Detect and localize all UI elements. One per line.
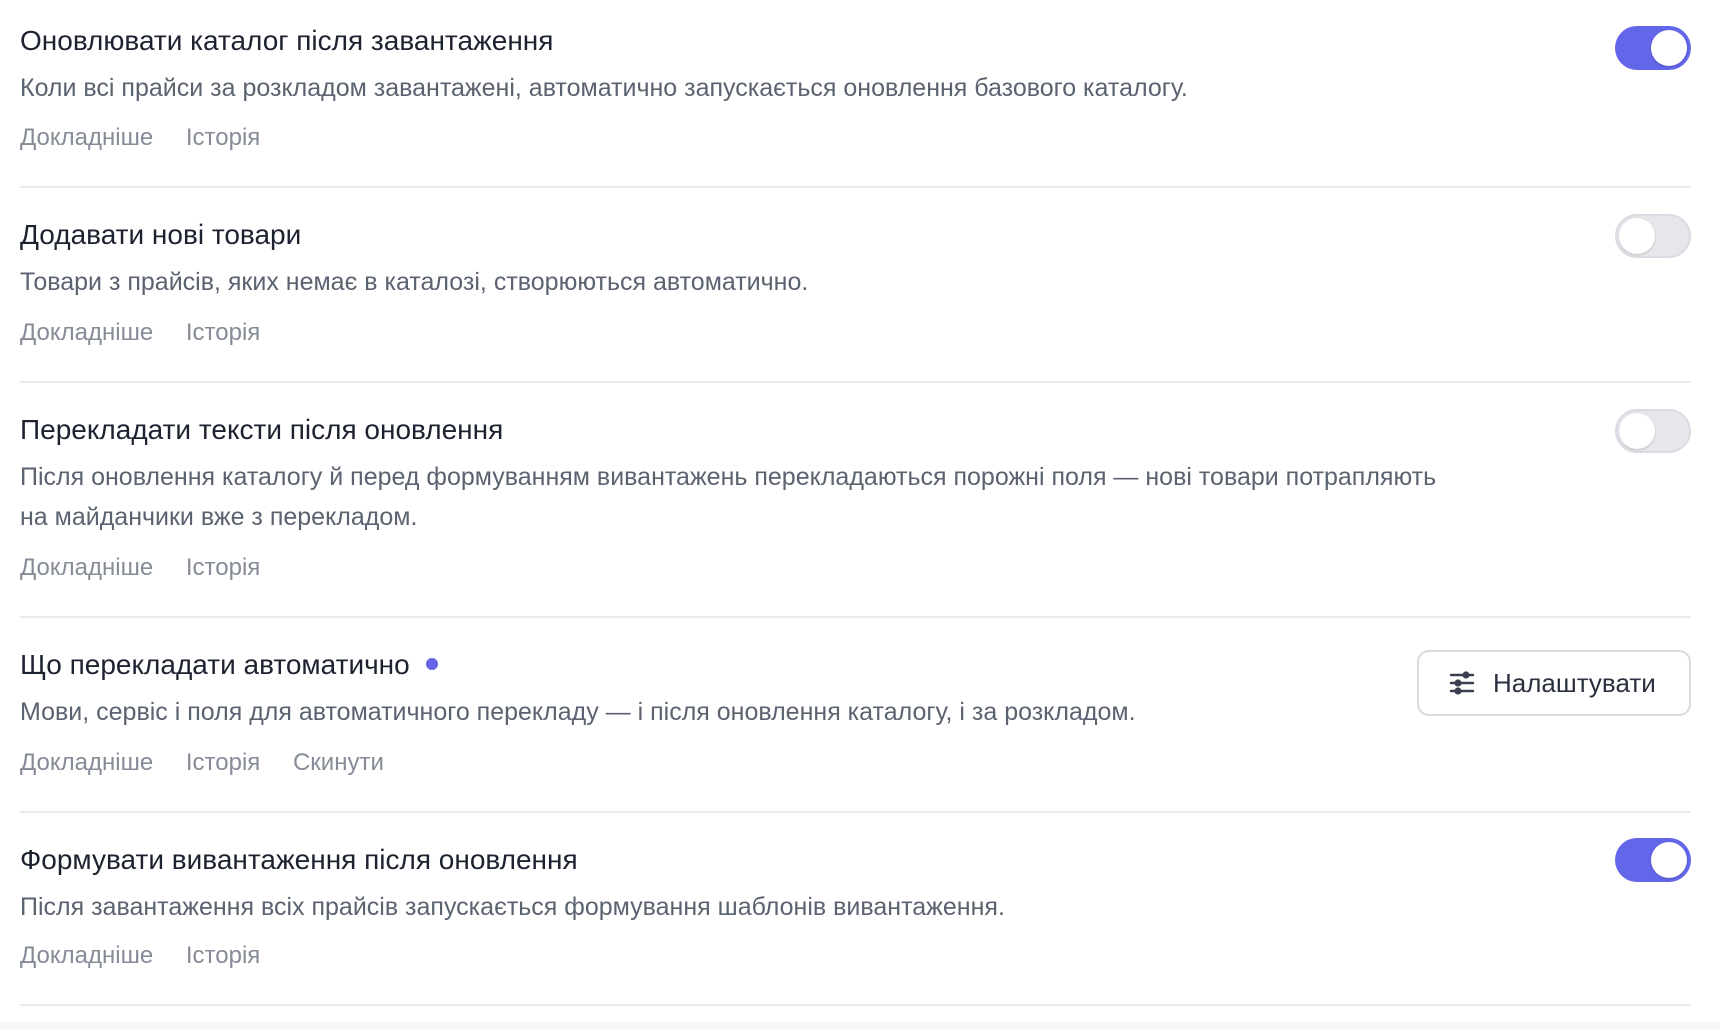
setting-description: Коли всі прайси за розкладом завантажені… [20, 74, 1188, 102]
setting-description: Після оновлення каталогу й перед формува… [20, 463, 1437, 531]
setting-links: Докладніше Історія [20, 553, 286, 583]
setting-description: Товари з прайсів, яких немає в каталозі,… [20, 268, 809, 296]
details-link[interactable]: Докладніше [20, 942, 153, 969]
history-link[interactable]: Історія [186, 124, 260, 151]
settings-panel: Оновлювати каталог після завантаження Ко… [0, 0, 1720, 1022]
sliders-icon [1449, 671, 1475, 695]
setting-title: Що перекладати автоматично [20, 648, 438, 682]
reset-link[interactable]: Скинути [293, 749, 384, 776]
configure-button[interactable]: Налаштувати [1417, 650, 1691, 716]
history-link[interactable]: Історія [186, 554, 260, 581]
setting-title: Додавати нові товари [20, 219, 302, 250]
toggle-knob [1651, 842, 1687, 878]
translate-texts-toggle[interactable] [1615, 409, 1691, 453]
details-link[interactable]: Докладніше [20, 319, 153, 346]
setting-links: Докладніше Історія Скинути [20, 748, 410, 778]
setting-title: Формувати вивантаження після оновлення [20, 844, 578, 875]
setting-auto-translate-config: Що перекладати автоматично Мови, сервіс … [20, 618, 1691, 813]
setting-add-new-products: Додавати нові товари Товари з прайсів, я… [20, 188, 1691, 383]
update-catalog-toggle[interactable] [1615, 26, 1691, 70]
details-link[interactable]: Докладніше [20, 554, 153, 581]
setting-translate-texts: Перекладати тексти після оновлення Після… [20, 383, 1691, 618]
toggle-knob [1619, 218, 1655, 254]
generate-exports-toggle[interactable] [1615, 838, 1691, 882]
setting-links: Докладніше Історія [20, 941, 286, 971]
toggle-knob [1619, 413, 1655, 449]
setting-update-catalog: Оновлювати каталог після завантаження Ко… [20, 0, 1691, 188]
setting-description: Мови, сервіс і поля для автоматичного пе… [20, 698, 1136, 726]
settings-list: Оновлювати каталог після завантаження Ко… [20, 0, 1691, 1006]
history-link[interactable]: Історія [186, 942, 260, 969]
setting-title: Оновлювати каталог після завантаження [20, 25, 554, 56]
history-link[interactable]: Історія [186, 319, 260, 346]
setting-title-text: Що перекладати автоматично [20, 649, 410, 680]
configure-button-label: Налаштувати [1493, 667, 1656, 698]
add-new-products-toggle[interactable] [1615, 214, 1691, 258]
setting-links: Докладніше Історія [20, 318, 286, 348]
history-link[interactable]: Історія [186, 749, 260, 776]
setting-generate-exports: Формувати вивантаження після оновлення П… [20, 813, 1691, 1006]
setting-links: Докладніше Історія [20, 123, 286, 153]
setting-description: Після завантаження всіх прайсів запускає… [20, 893, 1005, 921]
status-dot [425, 658, 438, 670]
setting-title: Перекладати тексти після оновлення [20, 414, 504, 445]
details-link[interactable]: Докладніше [20, 124, 153, 151]
details-link[interactable]: Докладніше [20, 749, 153, 776]
toggle-knob [1651, 30, 1687, 66]
